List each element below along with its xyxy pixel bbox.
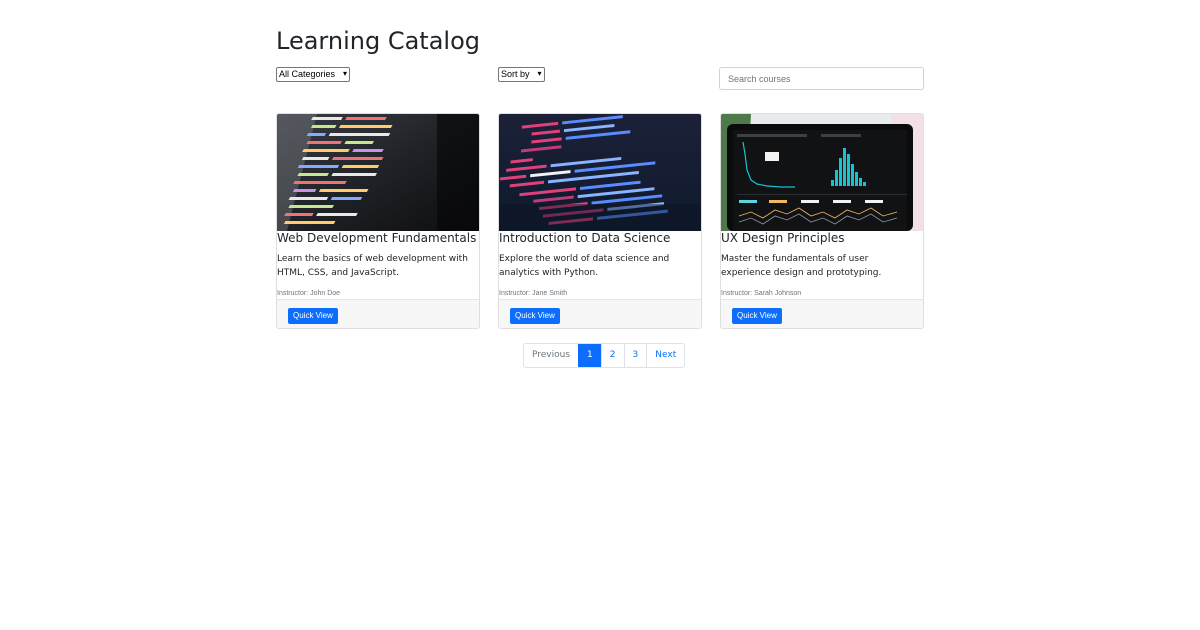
search-input[interactable]	[719, 67, 924, 90]
course-title: Introduction to Data Science	[499, 231, 671, 245]
page-title: Learning Catalog	[276, 27, 480, 55]
card-footer: Quick View	[499, 299, 701, 328]
course-card: Introduction to Data Science Explore the…	[498, 113, 702, 329]
course-description: Master the fundamentals of user experien…	[721, 254, 882, 278]
category-select-value: All Categories	[279, 69, 336, 79]
course-description: Learn the basics of web development with…	[277, 254, 468, 278]
quick-view-button[interactable]: Quick View	[732, 308, 782, 324]
pagination-page-1[interactable]: 1	[578, 344, 601, 367]
course-image-analytics-dashboard	[721, 114, 923, 231]
course-instructor: Instructor: Jane Smith	[499, 290, 568, 297]
pagination-next[interactable]: Next	[646, 344, 685, 367]
chevron-down-icon: ▾	[537, 69, 542, 78]
category-select[interactable]: All Categories ▾	[276, 67, 351, 82]
chevron-down-icon: ▾	[343, 69, 348, 78]
sort-select-value: Sort by	[501, 69, 530, 79]
quick-view-button[interactable]: Quick View	[288, 308, 338, 324]
pagination-previous[interactable]: Previous	[524, 344, 579, 367]
sort-select[interactable]: Sort by ▾	[498, 67, 545, 82]
card-footer: Quick View	[721, 299, 923, 328]
course-image-code-editor	[277, 114, 479, 231]
course-description: Explore the world of data science and an…	[499, 254, 670, 278]
course-title: UX Design Principles	[721, 231, 845, 245]
pagination: Previous 1 2 3 Next	[523, 343, 686, 368]
course-instructor: Instructor: Sarah Johnson	[721, 290, 802, 297]
course-card: UX Design Principles Master the fundamen…	[720, 113, 924, 329]
course-instructor: Instructor: John Doe	[277, 290, 341, 297]
course-card: Web Development Fundamentals Learn the b…	[276, 113, 480, 329]
quick-view-button[interactable]: Quick View	[510, 308, 560, 324]
course-image-html-code	[499, 114, 701, 231]
filters-bar: All Categories ▾ Sort by ▾	[276, 67, 924, 91]
card-footer: Quick View	[277, 299, 479, 328]
course-title: Web Development Fundamentals	[277, 231, 477, 245]
pagination-page-3[interactable]: 3	[623, 344, 647, 367]
pagination-page-2[interactable]: 2	[600, 344, 624, 367]
